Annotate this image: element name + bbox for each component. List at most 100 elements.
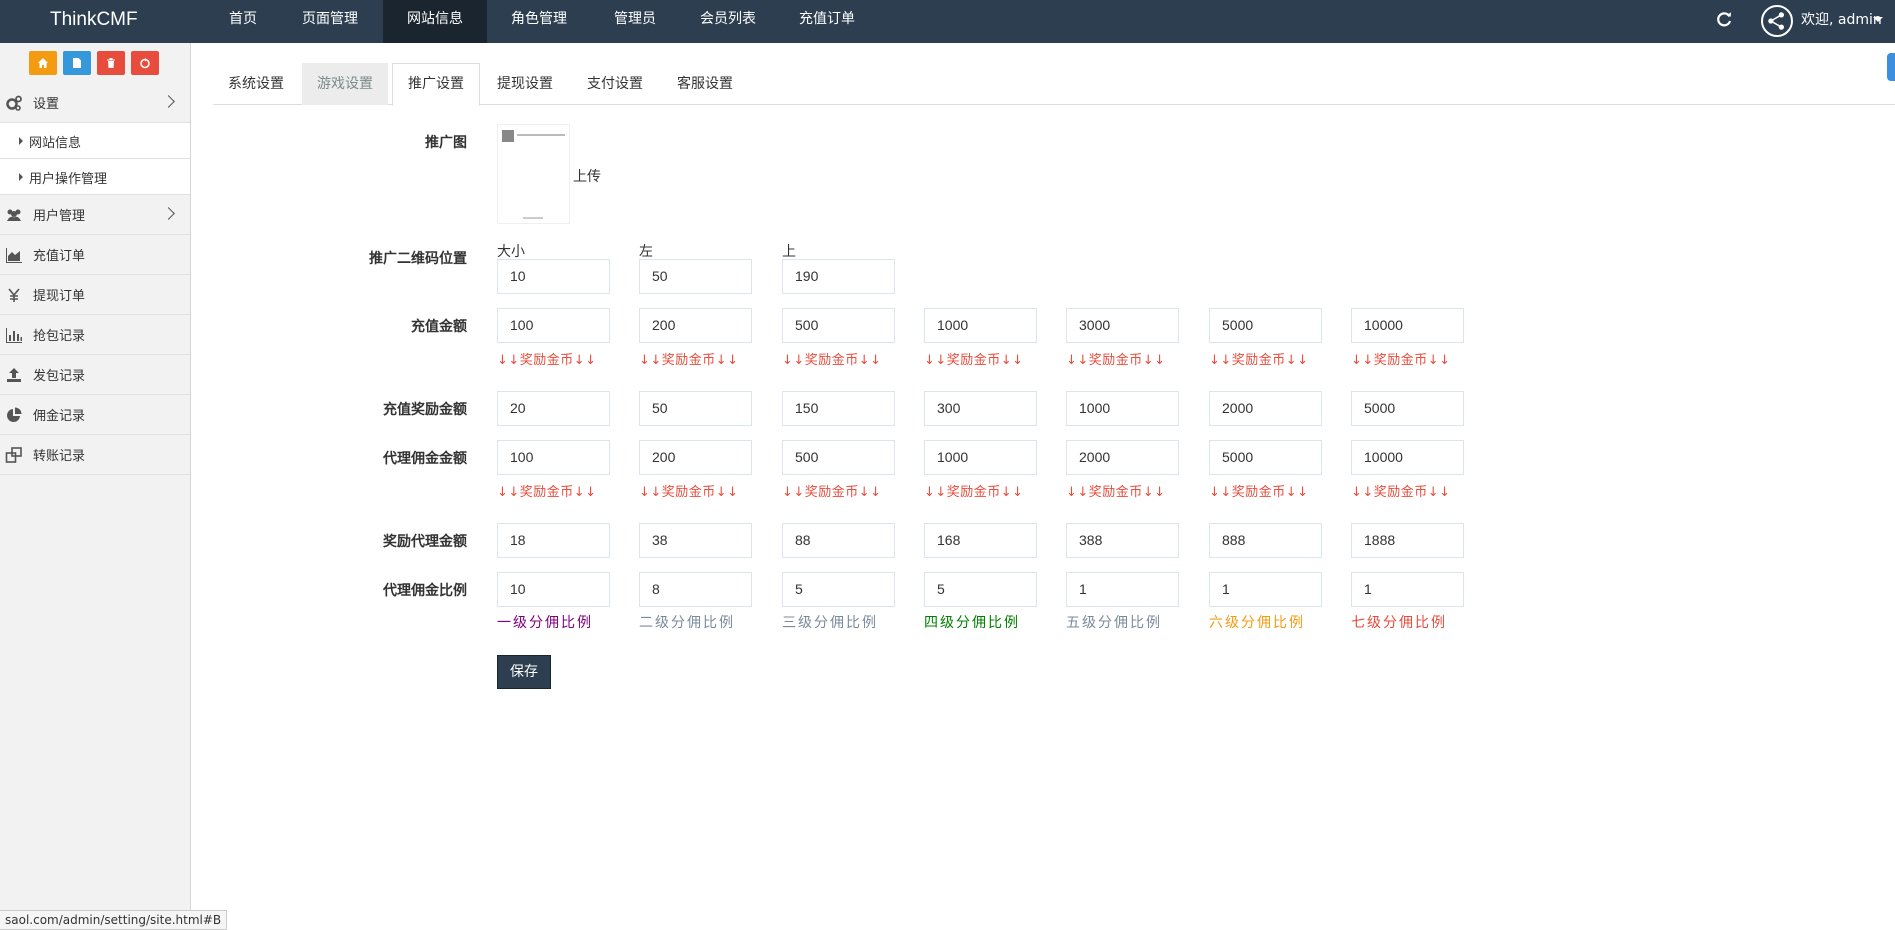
recharge-reward-input-7[interactable]: 5000 [1351,391,1464,426]
sidebar-subitem-label: 用户操作管理 [29,172,108,187]
reward-coin-note: ↓↓奖励金币↓↓ [1351,485,1451,500]
sidebar-item-label: 充值订单 [33,249,86,264]
recharge-amount-input-6[interactable]: 5000 [1209,308,1322,343]
reward-coin-note: ↓↓奖励金币↓↓ [639,485,739,500]
promo-image-preview[interactable] [497,124,570,224]
caret-down-icon[interactable] [1873,17,1883,22]
recharge-reward-input-3[interactable]: 150 [782,391,895,426]
recharge-amount-input-5[interactable]: 3000 [1066,308,1179,343]
topnav-recharge[interactable]: 充值订单 [779,0,875,43]
sidebar-item-recharge-orders[interactable]: 充值订单 [0,235,190,275]
sidebar: 设置 网站信息 用户操作管理 用户管理 充值订单 提现订单 抢包记录 发包记录 … [0,43,191,930]
agent-commission-amount-input-6[interactable]: 5000 [1209,440,1322,475]
agent-commission-amount-input-5[interactable]: 2000 [1066,440,1179,475]
topnav-pages[interactable]: 页面管理 [277,0,383,43]
top-nav: 首页 页面管理 网站信息 角色管理 管理员 会员列表 充值订单 [210,0,875,43]
topnav-roles[interactable]: 角色管理 [487,0,591,43]
recharge-amount-input-4[interactable]: 1000 [924,308,1037,343]
commission-ratio-input-7[interactable]: 1 [1351,572,1464,607]
agent-reward-input-7[interactable]: 1888 [1351,523,1464,558]
recharge-reward-input-6[interactable]: 2000 [1209,391,1322,426]
sidebar-item-label: 佣金记录 [33,409,86,424]
recharge-reward-input-5[interactable]: 1000 [1066,391,1179,426]
recharge-reward-input-4[interactable]: 300 [924,391,1037,426]
recharge-reward-input-2[interactable]: 50 [639,391,752,426]
agent-reward-input-5[interactable]: 388 [1066,523,1179,558]
commission-ratio-input-4[interactable]: 5 [924,572,1037,607]
recycle-shortcut-button[interactable] [131,51,159,75]
commission-ratio-input-1[interactable]: 10 [497,572,610,607]
sidebar-item-withdraw-orders[interactable]: 提现订单 [0,275,190,315]
tab-withdraw-settings[interactable]: 提现设置 [482,63,568,105]
commission-ratio-input-6[interactable]: 1 [1209,572,1322,607]
agent-reward-input-4[interactable]: 168 [924,523,1037,558]
agent-commission-amount-label: 代理佣金金额 [383,451,467,467]
topnav-members[interactable]: 会员列表 [677,0,779,43]
agent-reward-input-2[interactable]: 38 [639,523,752,558]
recharge-amount-input-1[interactable]: 100 [497,308,610,343]
sidebar-subitem-site-info[interactable]: 网站信息 [0,123,190,159]
commission-ratio-input-2[interactable]: 8 [639,572,752,607]
sidebar-item-label: 用户管理 [33,209,86,224]
promo-image-label: 推广图 [425,135,467,151]
settings-tabs: 系统设置 游戏设置 推广设置 提现设置 支付设置 客服设置 [213,63,1895,106]
reward-coin-note: ↓↓奖励金币↓↓ [1209,485,1309,500]
commission-ratio-input-3[interactable]: 5 [782,572,895,607]
tab-game-settings[interactable]: 游戏设置 [302,63,388,105]
sidebar-subitem-user-ops[interactable]: 用户操作管理 [0,159,190,195]
tab-payment-settings[interactable]: 支付设置 [572,63,658,105]
yen-icon [3,285,25,305]
topnav-site-info[interactable]: 网站信息 [383,0,487,43]
commission-ratio-input-5[interactable]: 1 [1066,572,1179,607]
save-button[interactable]: 保存 [497,655,551,689]
topnav-admins[interactable]: 管理员 [591,0,677,43]
reward-coin-note: ↓↓奖励金币↓↓ [497,353,597,368]
topnav-home[interactable]: 首页 [210,0,277,43]
recharge-amount-input-3[interactable]: 500 [782,308,895,343]
trash-shortcut-button[interactable] [97,51,125,75]
agent-commission-amount-input-1[interactable]: 100 [497,440,610,475]
qr-left-caption: 左 [639,244,653,260]
refresh-icon[interactable] [1714,9,1734,29]
chevron-right-icon [162,95,175,108]
agent-reward-input-3[interactable]: 88 [782,523,895,558]
sidebar-item-commission-records[interactable]: 佣金记录 [0,395,190,435]
qr-size-input[interactable]: 10 [497,259,610,294]
agent-commission-amount-input-7[interactable]: 10000 [1351,440,1464,475]
tab-promo-settings[interactable]: 推广设置 [392,63,480,106]
tab-system-settings[interactable]: 系统设置 [213,63,299,105]
sidebar-item-send-records[interactable]: 发包记录 [0,355,190,395]
reward-coin-note: ↓↓奖励金币↓↓ [1351,353,1451,368]
upload-link[interactable]: 上传 [573,166,601,186]
caret-right-icon [19,173,23,181]
welcome-text[interactable]: 欢迎, admin [1801,0,1882,40]
sidebar-item-settings[interactable]: 设置 [0,83,190,123]
pie-chart-icon [3,405,25,425]
qr-top-caption: 上 [782,244,796,260]
agent-reward-input-6[interactable]: 888 [1209,523,1322,558]
recharge-amount-input-7[interactable]: 10000 [1351,308,1464,343]
upload-icon [3,365,25,385]
bar-chart-icon [3,325,25,345]
status-bar-url: saol.com/admin/setting/site.html#B [0,910,228,930]
recharge-reward-input-1[interactable]: 20 [497,391,610,426]
tab-service-settings[interactable]: 客服设置 [662,63,748,105]
sidebar-item-users[interactable]: 用户管理 [0,195,190,235]
agent-commission-amount-input-4[interactable]: 1000 [924,440,1037,475]
reward-coin-note: ↓↓奖励金币↓↓ [924,485,1024,500]
transfer-icon [3,445,25,465]
agent-commission-amount-input-2[interactable]: 200 [639,440,752,475]
recharge-amount-input-2[interactable]: 200 [639,308,752,343]
avatar[interactable] [1761,5,1793,37]
qr-top-input[interactable]: 190 [782,259,895,294]
home-shortcut-button[interactable] [29,51,57,75]
agent-reward-input-1[interactable]: 18 [497,523,610,558]
top-navbar: ThinkCMF 首页 页面管理 网站信息 角色管理 管理员 会员列表 充值订单… [0,0,1895,43]
document-shortcut-button[interactable] [63,51,91,75]
agent-commission-amount-input-3[interactable]: 500 [782,440,895,475]
edge-float-tab[interactable] [1887,53,1895,81]
qr-left-input[interactable]: 50 [639,259,752,294]
brand-logo[interactable]: ThinkCMF [50,0,138,43]
sidebar-item-transfer-records[interactable]: 转账记录 [0,435,190,475]
sidebar-item-grab-records[interactable]: 抢包记录 [0,315,190,355]
